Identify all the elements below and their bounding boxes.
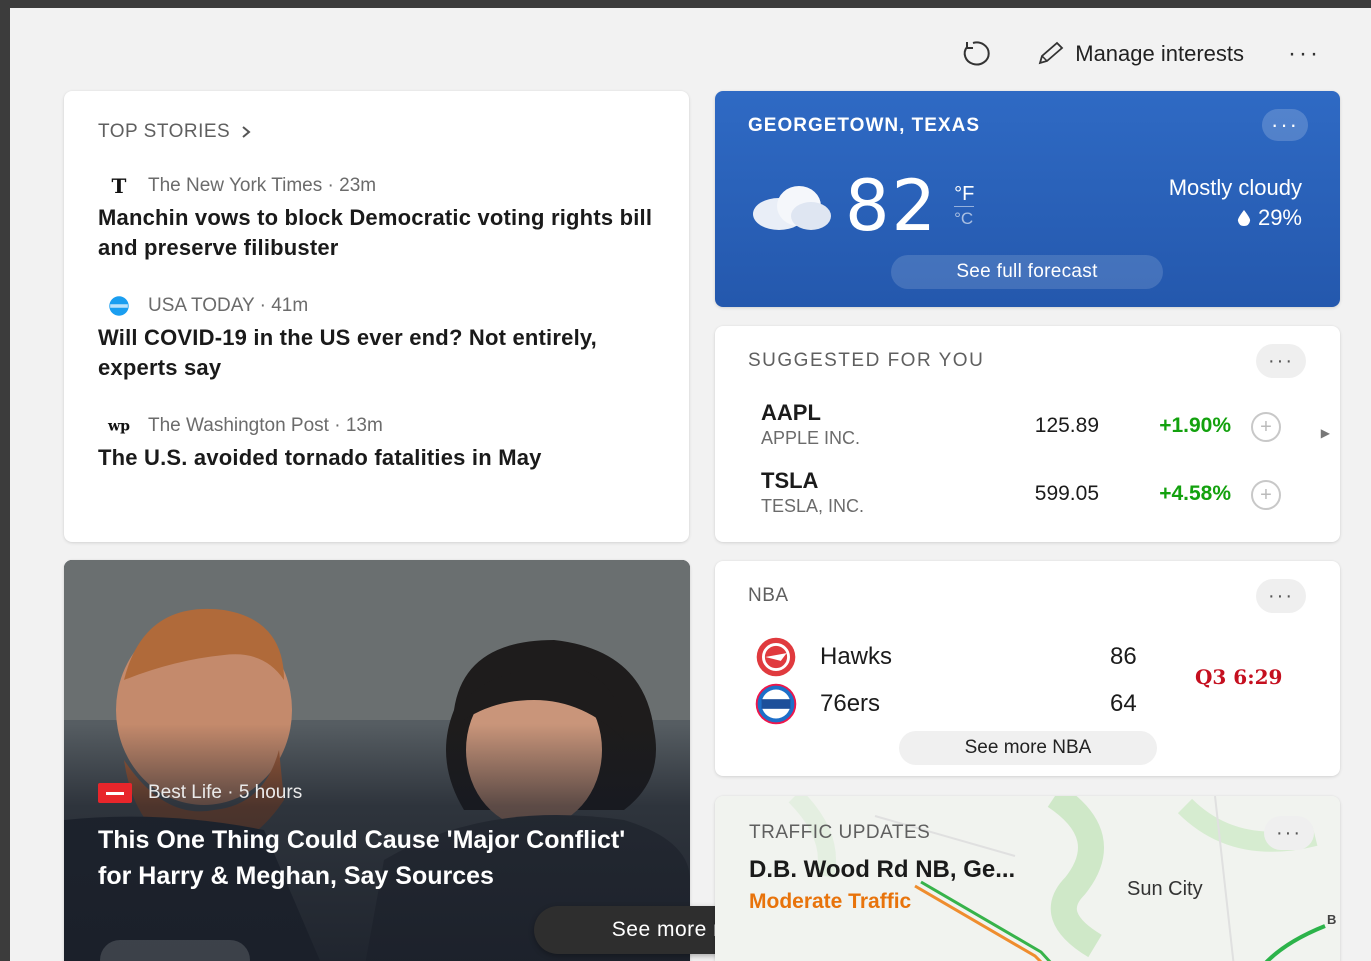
toolbar: Manage interests ···: [955, 34, 1321, 74]
top-stories-title: TOP STORIES: [98, 121, 231, 142]
stocks-more-button[interactable]: ···: [1256, 344, 1306, 378]
76ers-logo-icon: [748, 683, 804, 725]
manage-interests-button[interactable]: Manage interests: [1035, 41, 1244, 67]
chevron-right-icon: [242, 126, 251, 138]
story-source: Best Life · 5 hours: [98, 782, 302, 804]
stock-symbol: AAPL: [761, 400, 821, 425]
condition-text: Mostly cloudy: [1168, 175, 1302, 200]
stock-name: TESLA, INC.: [761, 496, 865, 516]
story-source: wp The Washington Post · 13m: [104, 415, 655, 437]
story-headline[interactable]: This One Thing Could Cause 'Major Confli…: [98, 822, 658, 894]
team-name: 76ers: [820, 690, 881, 717]
more-options-button[interactable]: ···: [1288, 40, 1321, 68]
photo-gradient-overlay: [64, 560, 690, 961]
story-source: USA TODAY · 41m: [104, 295, 655, 317]
refresh-icon: [964, 41, 990, 66]
see-full-forecast-button[interactable]: See full forecast: [891, 255, 1163, 289]
nba-title: NBA: [748, 585, 789, 606]
story-source-text: The Washington Post · 13m: [148, 415, 383, 436]
nyt-logo-icon: T: [104, 175, 134, 197]
story-item[interactable]: wp The Washington Post · 13m The U.S. av…: [98, 415, 655, 473]
team-row[interactable]: Hawks 86: [748, 635, 1148, 679]
traffic-title: TRAFFIC UPDATES: [749, 822, 931, 843]
precipitation-value: 29%: [1257, 205, 1302, 230]
weather-more-button[interactable]: ···: [1262, 109, 1308, 141]
celsius-toggle[interactable]: °C: [954, 207, 974, 231]
stocks-title: SUGGESTED FOR YOU: [748, 350, 985, 371]
window-frame-top: [0, 0, 1371, 8]
svg-text:T: T: [112, 175, 127, 197]
raindrop-icon: [1237, 210, 1251, 226]
see-more-nba-button[interactable]: See more NBA: [899, 731, 1157, 765]
traffic-road: D.B. Wood Rd NB, Ge...: [749, 856, 1016, 883]
svg-text:wp: wp: [107, 418, 130, 434]
like-button[interactable]: [100, 940, 250, 961]
precipitation: 29%: [1169, 203, 1302, 233]
stock-change: +4.58%: [1159, 482, 1231, 505]
manage-interests-label: Manage interests: [1075, 41, 1245, 66]
hawks-logo-icon: [748, 637, 804, 677]
stock-symbol: TSLA: [761, 468, 819, 493]
traffic-status: Moderate Traffic: [749, 890, 912, 913]
stock-row[interactable]: TSLA TESLA, INC. 599.05 +4.58% +: [761, 468, 1301, 522]
story-item[interactable]: T The New York Times · 23m Manchin vows …: [98, 175, 655, 263]
team-name: Hawks: [820, 643, 893, 670]
story-source-text: USA TODAY · 41m: [148, 295, 309, 316]
temperature-value: 82: [845, 165, 939, 247]
map-city-label: Sun City: [1127, 878, 1203, 900]
nba-more-button[interactable]: ···: [1256, 579, 1306, 613]
bestlife-logo-icon: [98, 783, 132, 803]
wapo-logo-icon: wp: [104, 415, 134, 437]
team-score: 86: [1110, 643, 1137, 670]
story-headline[interactable]: Will COVID-19 in the US ever end? Not en…: [98, 323, 655, 383]
top-stories-header[interactable]: TOP STORIES: [98, 121, 655, 143]
usatoday-logo-icon: [104, 295, 134, 317]
story-source-text: The New York Times · 23m: [148, 175, 377, 196]
story-source: T The New York Times · 23m: [104, 175, 655, 197]
photo-story-card[interactable]: Best Life · 5 hours This One Thing Could…: [64, 560, 690, 961]
story-headline[interactable]: The U.S. avoided tornado fatalities in M…: [98, 443, 655, 473]
map-marker-label: B: [1327, 912, 1337, 927]
weather-current: 82 °F °C: [749, 165, 975, 247]
cloud-icon: [753, 186, 831, 230]
stock-change: +1.90%: [1159, 414, 1231, 437]
weather-location: GEORGETOWN, TEXAS: [748, 115, 981, 136]
stock-price: 599.05: [1034, 482, 1099, 505]
weather-condition: Mostly cloudy 29%: [1169, 173, 1302, 233]
traffic-more-button[interactable]: ···: [1264, 816, 1314, 850]
pencil-icon: [1038, 41, 1064, 65]
unit-toggle: °F °C: [954, 182, 975, 231]
stock-row[interactable]: AAPL APPLE INC. 125.89 +1.90% +: [761, 400, 1301, 454]
fahrenheit-toggle[interactable]: °F: [954, 182, 975, 207]
window-frame-left: [0, 0, 10, 961]
add-stock-icon[interactable]: +: [1251, 480, 1281, 510]
stock-name: APPLE INC.: [761, 428, 861, 448]
team-score: 64: [1110, 690, 1137, 717]
top-stories-card: TOP STORIES T The New York Times · 23m M…: [64, 91, 689, 542]
stocks-card: SUGGESTED FOR YOU ··· AAPL APPLE INC. 12…: [715, 326, 1340, 542]
refresh-button[interactable]: [955, 34, 999, 74]
story-source-text: Best Life · 5 hours: [148, 782, 303, 803]
next-arrow-icon[interactable]: ▶: [1321, 426, 1330, 440]
team-row[interactable]: 76ers 64: [748, 682, 1148, 726]
story-headline[interactable]: Manchin vows to block Democratic voting …: [98, 203, 655, 263]
game-clock: Q3 6:29: [1195, 665, 1283, 689]
nba-card: NBA ··· Hawks 86 76ers 64 Q3 6:29 See mo…: [715, 561, 1340, 776]
weather-card[interactable]: GEORGETOWN, TEXAS ··· 82 °F °C Mostly cl…: [715, 91, 1340, 307]
story-item[interactable]: USA TODAY · 41m Will COVID-19 in the US …: [98, 295, 655, 383]
add-stock-icon[interactable]: +: [1251, 412, 1281, 442]
traffic-card[interactable]: TRAFFIC UPDATES ··· D.B. Wood Rd NB, Ge.…: [715, 796, 1340, 961]
stock-price: 125.89: [1034, 414, 1099, 437]
